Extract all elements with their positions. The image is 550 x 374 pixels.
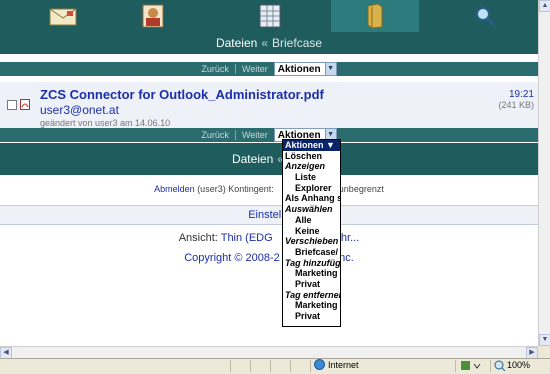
chevron-down-icon[interactable]: ▼: [324, 63, 336, 75]
dropdown-option[interactable]: Privat: [283, 279, 340, 290]
status-divider: [290, 360, 291, 372]
dropdown-option[interactable]: Verschieben: [283, 236, 340, 247]
tab-mail[interactable]: [18, 0, 108, 32]
dropdown-option[interactable]: Marketing: [283, 300, 340, 311]
dropdown-option[interactable]: Tag entferner: [283, 290, 340, 301]
status-divider: [310, 360, 311, 372]
mail-icon: [49, 8, 77, 26]
account-info-line: Abmelden (user3) Kontingent: unbegrenzt: [0, 184, 538, 194]
scroll-down-icon[interactable]: ▼: [539, 334, 550, 346]
back-button-bottom[interactable]: Zurück: [201, 130, 229, 140]
dropdown-option[interactable]: Briefcase/: [283, 247, 340, 258]
dropdown-option[interactable]: Löschen: [283, 151, 340, 162]
briefcase-icon: [367, 3, 383, 29]
breadcrumb-current: Dateien: [215, 36, 258, 50]
forward-button[interactable]: Weiter: [242, 64, 268, 74]
file-name-link[interactable]: ZCS Connector for Outlook_Administrator.…: [40, 87, 324, 102]
zoom-level[interactable]: 100%: [507, 360, 530, 370]
actions-toolbar-top: Zurück Weiter Aktionen ▼: [0, 62, 538, 76]
forward-button-bottom[interactable]: Weiter: [242, 130, 268, 140]
dropdown-option[interactable]: Explorer: [283, 183, 340, 194]
back-button[interactable]: Zurück: [201, 64, 229, 74]
tab-contacts[interactable]: [108, 0, 198, 32]
dropdown-option[interactable]: Marketing: [283, 268, 340, 279]
dropdown-option[interactable]: Auswählen: [283, 204, 340, 215]
breadcrumb-bottom: Dateien « B: [0, 143, 538, 175]
copyright-text: Copyright © 2008-2 , Inc.: [0, 252, 538, 264]
calendar-icon: [259, 4, 281, 28]
view-label: Ansicht:: [178, 232, 218, 244]
copyright-start: Copyright © 2008-2: [184, 252, 280, 264]
dropdown-option[interactable]: Alle: [283, 215, 340, 226]
item-checkbox[interactable]: [7, 100, 17, 110]
status-divider: [270, 360, 271, 372]
breadcrumb-separator: «: [261, 36, 269, 50]
status-divider: [250, 360, 251, 372]
breadcrumb-briefcase-link[interactable]: Briefcase: [272, 36, 322, 50]
quota-value: unbegrenzt: [338, 184, 384, 194]
dropdown-option[interactable]: Anzeigen: [283, 161, 340, 172]
tab-briefcase[interactable]: [331, 0, 419, 32]
tab-calendar[interactable]: [225, 0, 315, 32]
status-divider: [490, 360, 491, 372]
vertical-scrollbar[interactable]: ▲ ▼: [538, 0, 550, 346]
file-modified-info: geändert von user3 am 14.06.10: [40, 118, 171, 128]
protected-mode-icon[interactable]: [460, 360, 482, 371]
user-name: (user3): [197, 184, 226, 194]
top-nav-bar: [0, 0, 538, 32]
dropdown-option[interactable]: Aktionen ▼: [283, 140, 340, 151]
actions-toolbar-bottom: Zurück Weiter Aktionen ▼: [0, 128, 538, 142]
dropdown-option[interactable]: Tag hinzufüg: [283, 258, 340, 269]
tab-search[interactable]: [440, 0, 530, 32]
breadcrumb-current-bottom: Dateien: [231, 152, 274, 166]
internet-zone-icon: [314, 359, 325, 370]
toolbar-divider: [234, 64, 236, 74]
status-divider: [455, 360, 456, 372]
contacts-icon: [142, 4, 164, 28]
file-time: 19:21: [508, 89, 534, 100]
scroll-corner: [538, 346, 550, 358]
pdf-file-icon: [20, 99, 30, 110]
actions-select-value: Aktionen: [277, 63, 321, 75]
dropdown-option[interactable]: Keine: [283, 226, 340, 237]
security-zone-label: Internet: [328, 360, 359, 370]
actions-dropdown-list[interactable]: Aktionen ▼ Löschen Anzeigen Liste Explorer Al…: [282, 139, 341, 327]
dropdown-option[interactable]: Als Anhang s: [283, 193, 340, 204]
breadcrumb: Dateien « Briefcase: [0, 32, 538, 54]
status-divider: [230, 360, 231, 372]
actions-select[interactable]: Aktionen ▼: [273, 62, 337, 76]
view-selector-line: Ansicht: Thin (EDG ehr...: [0, 232, 538, 244]
quota-label: Kontingent:: [228, 184, 274, 194]
settings-bar: Einstellu: [0, 205, 538, 225]
scroll-up-icon[interactable]: ▲: [539, 0, 550, 12]
zoom-icon[interactable]: [494, 360, 506, 371]
view-thin-link[interactable]: Thin (EDG: [221, 232, 273, 244]
dropdown-option[interactable]: Privat: [283, 311, 340, 322]
toolbar-divider: [234, 130, 236, 140]
file-size: (241 KB): [498, 100, 534, 110]
logout-link[interactable]: Abmelden: [154, 184, 195, 194]
dropdown-option[interactable]: Liste: [283, 172, 340, 183]
search-icon: [476, 7, 496, 27]
file-owner: user3@onet.at: [40, 103, 119, 117]
